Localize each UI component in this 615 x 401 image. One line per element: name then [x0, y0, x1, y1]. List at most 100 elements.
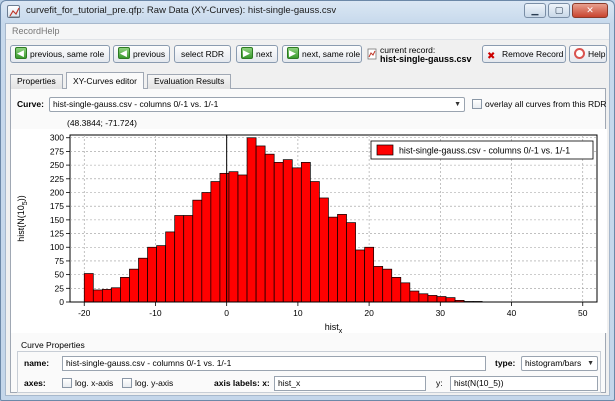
- help-button[interactable]: Help: [569, 45, 607, 63]
- histogram-bar[interactable]: [382, 268, 393, 303]
- histogram-bar[interactable]: [255, 145, 266, 303]
- histogram-bar[interactable]: [427, 295, 438, 303]
- histogram-bar[interactable]: [101, 289, 112, 303]
- next-button[interactable]: ▶ next: [236, 45, 278, 63]
- y-tick-label: 0: [59, 297, 64, 307]
- overlay-checkbox[interactable]: [472, 99, 482, 109]
- type-select[interactable]: histogram/bars ▼: [521, 356, 598, 371]
- arrow-left-icon: ◀: [118, 47, 130, 59]
- name-input[interactable]: hist-single-gauss.csv - columns 0/-1 vs.…: [62, 356, 486, 371]
- tab-properties[interactable]: Properties: [10, 74, 63, 89]
- chevron-down-icon: ▼: [454, 101, 461, 108]
- axis-labels-x-label: axis labels: x:: [214, 378, 270, 388]
- histogram-bar[interactable]: [409, 290, 420, 303]
- histogram-bar[interactable]: [210, 181, 221, 303]
- y-tick-label: 50: [55, 270, 65, 280]
- histogram-bar[interactable]: [355, 249, 365, 303]
- xy-curves-editor-panel: Curve: hist-single-gauss.csv - columns 0…: [10, 89, 607, 393]
- menu-help[interactable]: Help: [41, 26, 60, 36]
- next-same-role-button[interactable]: ▶ next, same role: [282, 45, 362, 63]
- previous-same-role-button[interactable]: ◀ previous, same role: [10, 45, 110, 63]
- histogram-bar[interactable]: [174, 215, 185, 303]
- histogram-chart[interactable]: -20 -10 0 10 20 30 40 50 0 25 50 75 100 125 150 175 200 2…: [11, 129, 607, 335]
- histogram-bar[interactable]: [319, 197, 329, 303]
- histogram-bar[interactable]: [147, 246, 157, 303]
- histogram-bar[interactable]: [246, 137, 257, 303]
- menu-record[interactable]: Record: [12, 26, 41, 36]
- histogram-bar[interactable]: [282, 159, 293, 303]
- histogram-bar[interactable]: [300, 162, 311, 303]
- x-tick-label: -20: [78, 308, 91, 318]
- x-tick-label: -10: [149, 308, 162, 318]
- histogram-bar[interactable]: [436, 296, 447, 303]
- histogram-bar[interactable]: [129, 268, 139, 303]
- remove-record-button[interactable]: ✖ Remove Record: [482, 45, 566, 63]
- minimize-button[interactable]: ▁: [524, 3, 546, 18]
- lifebuoy-icon: [574, 48, 585, 59]
- histogram-bar[interactable]: [337, 214, 347, 303]
- histogram-bar[interactable]: [156, 245, 166, 303]
- legend-swatch: [376, 144, 394, 156]
- histogram-bar[interactable]: [92, 289, 103, 303]
- histogram-bar[interactable]: [391, 277, 402, 303]
- tab-xy-curves-editor[interactable]: XY-Curves editor: [66, 72, 144, 90]
- chevron-down-icon: ▼: [587, 360, 594, 367]
- x-tick-label: 10: [293, 308, 303, 318]
- type-label: type:: [495, 358, 516, 368]
- histogram-bar[interactable]: [165, 231, 176, 303]
- histogram-bar[interactable]: [120, 277, 130, 303]
- x-tick-label: 40: [507, 308, 517, 318]
- curve-label: Curve:: [17, 99, 44, 109]
- histogram-bar[interactable]: [237, 174, 248, 303]
- histogram-bar[interactable]: [373, 266, 384, 303]
- close-button[interactable]: ✕: [572, 3, 608, 18]
- histogram-bar[interactable]: [219, 172, 230, 303]
- maximize-button[interactable]: ▢: [548, 3, 570, 18]
- histogram-bar[interactable]: [445, 297, 456, 303]
- maximize-icon: ▢: [554, 5, 564, 15]
- log-x-checkbox[interactable]: [62, 378, 72, 388]
- histogram-bar[interactable]: [111, 287, 121, 303]
- x-axis-label-subscript: x: [339, 328, 343, 333]
- y-tick-label: 250: [50, 160, 64, 170]
- y-axis-label-input[interactable]: hist(N(10_5)): [450, 376, 598, 391]
- name-label: name:: [24, 358, 50, 368]
- curve-select[interactable]: hist-single-gauss.csv - columns 0/-1 vs.…: [49, 97, 465, 112]
- histogram-bar[interactable]: [138, 257, 148, 303]
- histogram-bar[interactable]: [310, 181, 320, 303]
- window-title: curvefit_for_tutorial_pre.qfp: Raw Data …: [26, 5, 337, 16]
- histogram-bar[interactable]: [192, 199, 203, 303]
- title-bar[interactable]: curvefit_for_tutorial_pre.qfp: Raw Data …: [1, 1, 614, 22]
- y-tick-label: 175: [50, 201, 64, 211]
- histogram-bar[interactable]: [273, 162, 284, 303]
- histogram-bar[interactable]: [228, 171, 239, 303]
- histogram-bar[interactable]: [264, 153, 275, 303]
- close-icon: ✕: [586, 5, 594, 15]
- log-y-label: log. y-axis: [135, 378, 174, 388]
- histogram-bar[interactable]: [183, 215, 194, 303]
- menu-bar: Record Help: [6, 24, 609, 40]
- client-area: Record Help ◀ previous, same role ◀ previo…: [5, 23, 610, 396]
- histogram-bar[interactable]: [201, 192, 212, 303]
- histogram-bar[interactable]: [400, 282, 411, 303]
- histogram-bar[interactable]: [291, 167, 302, 303]
- histogram-bar[interactable]: [328, 216, 338, 303]
- y-tick-label: 75: [55, 256, 65, 266]
- application-window: curvefit_for_tutorial_pre.qfp: Raw Data …: [0, 0, 615, 401]
- previous-button[interactable]: ◀ previous: [113, 45, 170, 63]
- histogram-bar[interactable]: [346, 222, 356, 303]
- select-rdr-button[interactable]: select RDR: [174, 45, 231, 63]
- log-y-checkbox[interactable]: [122, 378, 132, 388]
- select-rdr-label: select RDR: [181, 49, 224, 59]
- histogram-bar[interactable]: [364, 246, 375, 303]
- tab-evaluation-results[interactable]: Evaluation Results: [147, 74, 232, 89]
- y-tick-label: 300: [50, 133, 64, 143]
- histogram-bar[interactable]: [83, 273, 94, 303]
- histogram-bar[interactable]: [418, 293, 429, 303]
- plot-area[interactable]: -20 -10 0 10 20 30 40 50 0 25 50 75 100 125 150 175 200 2…: [11, 129, 607, 335]
- toolbar: ◀ previous, same role ◀ previous select RD…: [6, 41, 609, 69]
- remove-icon: ✖: [487, 51, 496, 62]
- next-same-role-label: next, same role: [302, 49, 361, 59]
- x-axis-label-input[interactable]: hist_x: [274, 376, 426, 391]
- current-record: current record: hist-single-gauss.csv: [380, 46, 472, 64]
